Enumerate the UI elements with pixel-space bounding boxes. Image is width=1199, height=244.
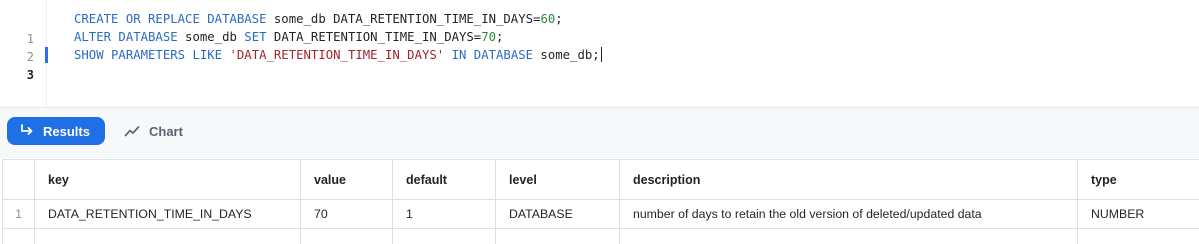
- tab-chart-label: Chart: [149, 123, 183, 139]
- empty-cell: [301, 229, 393, 244]
- code-text[interactable]: CREATE OR REPLACE DATABASE some_db DATA_…: [74, 9, 563, 29]
- code-token: 'DATA_RETENTION_TIME_IN_DAYS': [229, 48, 445, 62]
- code-text[interactable]: ALTER DATABASE some_db SET DATA_RETENTIO…: [74, 27, 503, 47]
- empty-cell: [1078, 229, 1199, 244]
- column-header[interactable]: value: [301, 160, 393, 199]
- rownum-header: [3, 160, 35, 199]
- code-line-2[interactable]: 2 ALTER DATABASE some_db SET DATA_RETENT…: [0, 27, 1199, 64]
- line-number: 3: [26, 68, 34, 82]
- code-line-1[interactable]: 1 CREATE OR REPLACE DATABASE some_db DAT…: [0, 9, 1199, 46]
- empty-cell: [35, 229, 301, 244]
- empty-cell: [620, 229, 1078, 244]
- empty-cell: [393, 229, 496, 244]
- code-text[interactable]: SHOW PARAMETERS LIKE 'DATA_RETENTION_TIM…: [74, 45, 602, 65]
- results-table: key value default level description type…: [2, 159, 1199, 244]
- trend-line-icon: [124, 126, 140, 137]
- table-header-row: key value default level description type: [3, 160, 1199, 200]
- result-tabs-bar: Results Chart: [0, 108, 1199, 158]
- empty-row: [3, 229, 1199, 244]
- tab-results[interactable]: Results: [7, 117, 105, 145]
- code-token: CREATE OR REPLACE DATABASE: [74, 12, 267, 26]
- table-row[interactable]: 1 DATA_RETENTION_TIME_IN_DAYS 70 1 DATAB…: [3, 200, 1199, 229]
- table-cell[interactable]: DATABASE: [496, 200, 620, 228]
- tab-chart[interactable]: Chart: [124, 117, 183, 145]
- code-token: some_db;: [533, 48, 600, 62]
- sql-editor[interactable]: 1 CREATE OR REPLACE DATABASE some_db DAT…: [0, 0, 1199, 107]
- empty-cell: [496, 229, 620, 244]
- return-arrow-icon: [21, 124, 33, 135]
- code-token: DATA_RETENTION_TIME_IN_DAYS=: [266, 30, 482, 44]
- code-line-3[interactable]: 3 SHOW PARAMETERS LIKE 'DATA_RETENTION_T…: [0, 45, 1199, 82]
- table-cell[interactable]: 70: [301, 200, 393, 228]
- code-token: ;: [555, 12, 563, 26]
- empty-cell: [3, 229, 35, 244]
- code-token: SHOW PARAMETERS LIKE: [74, 48, 223, 62]
- column-header[interactable]: type: [1078, 160, 1199, 199]
- code-token: 70: [481, 30, 497, 44]
- table-cell[interactable]: NUMBER: [1078, 200, 1199, 228]
- code-token: 60: [540, 12, 556, 26]
- code-token: IN DATABASE: [451, 48, 534, 62]
- active-line-marker: [45, 47, 48, 63]
- code-token: some_db DATA_RETENTION_TIME_IN_DAYS=: [266, 12, 541, 26]
- table-cell[interactable]: DATA_RETENTION_TIME_IN_DAYS: [35, 200, 301, 228]
- code-token: SET: [244, 30, 267, 44]
- code-token: ALTER DATABASE: [74, 30, 178, 44]
- text-cursor: [600, 47, 602, 62]
- code-token: ;: [496, 30, 504, 44]
- code-token: some_db: [177, 30, 245, 44]
- column-header[interactable]: level: [496, 160, 620, 199]
- column-header[interactable]: key: [35, 160, 301, 199]
- tab-results-label: Results: [43, 123, 90, 139]
- table-cell[interactable]: 1: [393, 200, 496, 228]
- column-header[interactable]: default: [393, 160, 496, 199]
- row-number: 1: [3, 200, 35, 228]
- column-header[interactable]: description: [620, 160, 1078, 199]
- table-cell[interactable]: number of days to retain the old version…: [620, 200, 1078, 228]
